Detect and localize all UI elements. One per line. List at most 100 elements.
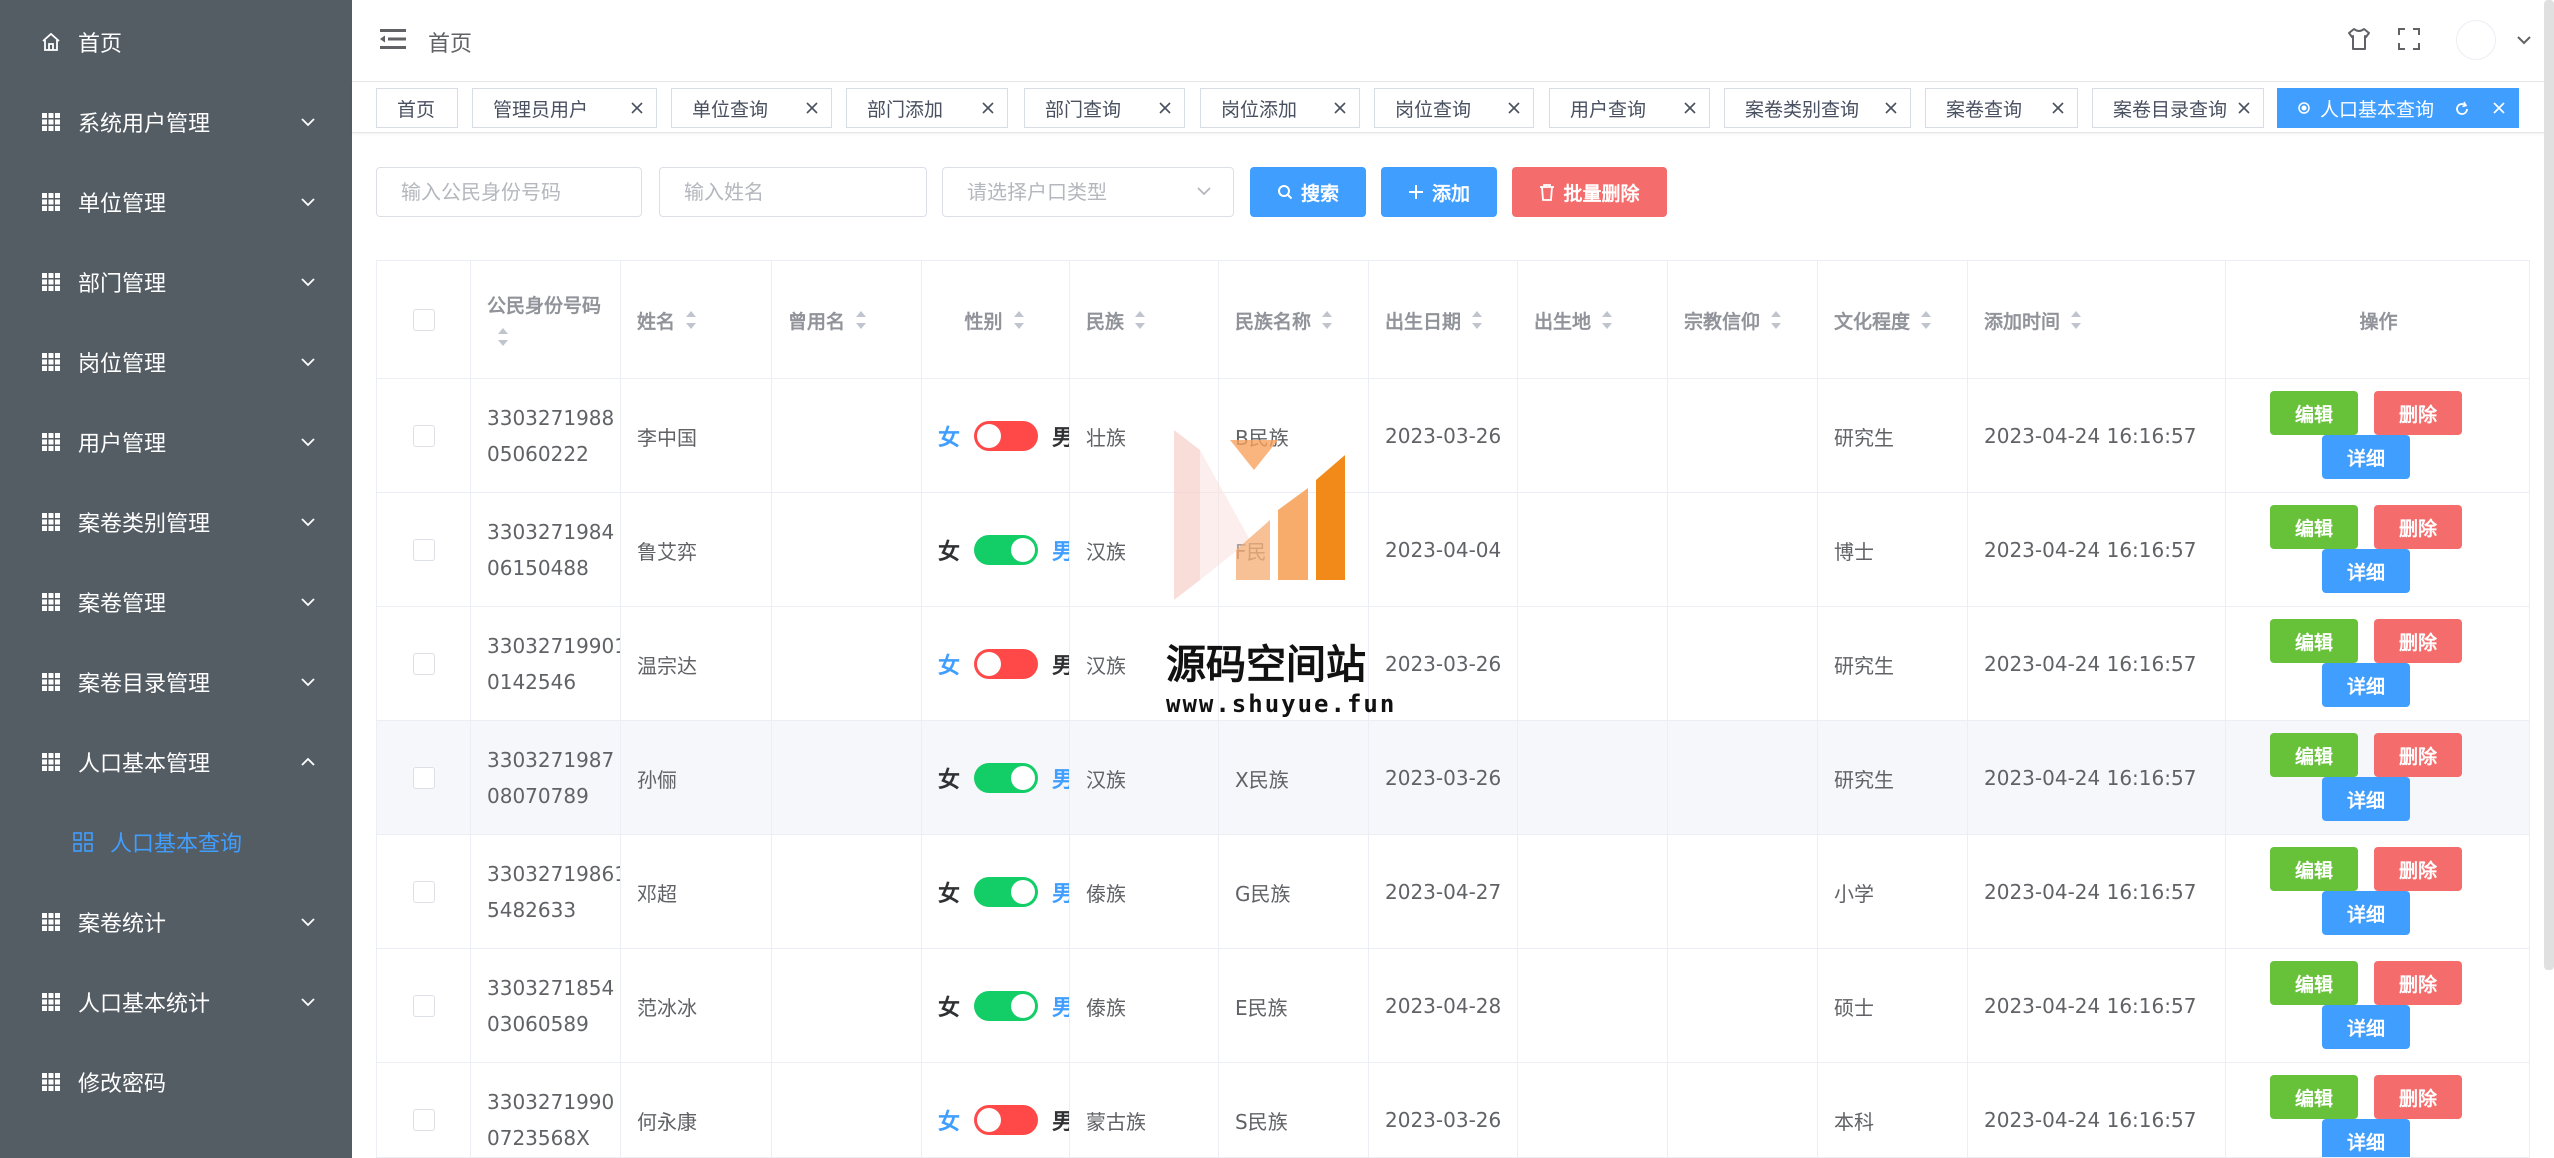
gender-switch[interactable] [974, 991, 1039, 1021]
tab-department-add[interactable]: 部门添加 [846, 88, 1008, 128]
row-checkbox[interactable] [412, 539, 435, 561]
hamburger-fold-icon[interactable] [380, 27, 406, 51]
close-icon[interactable] [2237, 101, 2251, 115]
sort-icon[interactable] [1319, 307, 1335, 333]
tab-case-catalog-query[interactable]: 案卷目录查询 [2092, 88, 2264, 128]
edit-button[interactable]: 编辑 [2270, 1075, 2358, 1119]
gender-switch[interactable] [974, 535, 1039, 565]
delete-button[interactable]: 删除 [2374, 961, 2462, 1005]
sidebar-item-case-catalog-management[interactable]: 案卷目录管理 [0, 642, 352, 722]
tab-population-query[interactable]: 人口基本查询 [2277, 88, 2519, 128]
tab-position-add[interactable]: 岗位添加 [1200, 88, 1360, 128]
row-checkbox[interactable] [412, 1109, 435, 1131]
chevron-down-icon[interactable] [2516, 32, 2532, 48]
gender-switch[interactable] [974, 421, 1039, 451]
close-icon[interactable] [1884, 101, 1898, 115]
close-icon[interactable] [1507, 101, 1521, 115]
tab-case-query[interactable]: 案卷查询 [1925, 88, 2078, 128]
add-button[interactable]: 添加 [1381, 167, 1497, 217]
avatar[interactable] [2456, 20, 2496, 60]
tab-case-category-query[interactable]: 案卷类别查询 [1724, 88, 1911, 128]
delete-button[interactable]: 删除 [2374, 391, 2462, 435]
batch-delete-button[interactable]: 批量删除 [1512, 167, 1667, 217]
close-icon[interactable] [1683, 101, 1697, 115]
page-scrollbar[interactable] [2544, 0, 2554, 970]
breadcrumb[interactable]: 首页 [428, 26, 472, 58]
refresh-icon[interactable] [2454, 101, 2470, 117]
household-type-select[interactable] [942, 167, 1234, 217]
close-icon[interactable] [2492, 101, 2506, 115]
select-all-checkbox[interactable] [412, 309, 435, 331]
edit-button[interactable]: 编辑 [2270, 391, 2358, 435]
row-checkbox[interactable] [412, 653, 435, 675]
tab-home[interactable]: 首页 [376, 88, 458, 128]
sort-icon[interactable] [495, 324, 511, 350]
tab-department-query[interactable]: 部门查询 [1024, 88, 1185, 128]
gender-switch[interactable] [974, 649, 1039, 679]
sidebar-item-user-management[interactable]: 用户管理 [0, 402, 352, 482]
delete-button[interactable]: 删除 [2374, 733, 2462, 777]
sidebar-item-position-management[interactable]: 岗位管理 [0, 322, 352, 402]
sort-icon[interactable] [2068, 307, 2084, 333]
sidebar-item-case-management[interactable]: 案卷管理 [0, 562, 352, 642]
table-row[interactable]: 330327185403060589范冰冰女男傣族E民族2023-04-28硕士… [377, 949, 2529, 1063]
edit-button[interactable]: 编辑 [2270, 619, 2358, 663]
delete-button[interactable]: 删除 [2374, 847, 2462, 891]
sidebar-item-population-query[interactable]: 人口基本查询 [0, 802, 352, 882]
edit-button[interactable]: 编辑 [2270, 847, 2358, 891]
sidebar-item-population-management[interactable]: 人口基本管理 [0, 722, 352, 802]
theme-shirt-icon[interactable] [2346, 26, 2372, 52]
table-row[interactable]: 330327198805060222李中国女男壮族B民族2023-03-26研究… [377, 379, 2529, 493]
tab-unit-query[interactable]: 单位查询 [671, 88, 832, 128]
close-icon[interactable] [2051, 101, 2065, 115]
fullscreen-icon[interactable] [2396, 26, 2422, 52]
sort-icon[interactable] [1469, 307, 1485, 333]
id-number-input[interactable] [376, 167, 642, 217]
close-icon[interactable] [1158, 101, 1172, 115]
sort-icon[interactable] [1011, 307, 1027, 333]
detail-button[interactable]: 详细 [2322, 435, 2410, 479]
gender-switch[interactable] [974, 763, 1039, 793]
close-icon[interactable] [1333, 101, 1347, 115]
delete-button[interactable]: 删除 [2374, 505, 2462, 549]
sidebar-item-home[interactable]: 首页 [0, 2, 352, 82]
sort-icon[interactable] [853, 307, 869, 333]
edit-button[interactable]: 编辑 [2270, 733, 2358, 777]
sidebar-item-system-users[interactable]: 系统用户管理 [0, 82, 352, 162]
detail-button[interactable]: 详细 [2322, 663, 2410, 707]
tab-admin-users[interactable]: 管理员用户 [472, 88, 657, 128]
sort-icon[interactable] [1768, 307, 1784, 333]
edit-button[interactable]: 编辑 [2270, 505, 2358, 549]
close-icon[interactable] [805, 101, 819, 115]
table-row[interactable]: 330327198615482633邓超女男傣族G民族2023-04-27小学2… [377, 835, 2529, 949]
table-row[interactable]: 33032719900723568X何永康女男蒙古族S民族2023-03-26本… [377, 1063, 2529, 1157]
delete-button[interactable]: 删除 [2374, 1075, 2462, 1119]
sort-icon[interactable] [1132, 307, 1148, 333]
sidebar-item-unit-management[interactable]: 单位管理 [0, 162, 352, 242]
table-row[interactable]: 330327198708070789孙俪女男汉族X民族2023-03-26研究生… [377, 721, 2529, 835]
row-checkbox[interactable] [412, 881, 435, 903]
row-checkbox[interactable] [412, 425, 435, 447]
sort-icon[interactable] [1599, 307, 1615, 333]
close-icon[interactable] [981, 101, 995, 115]
row-checkbox[interactable] [412, 995, 435, 1017]
detail-button[interactable]: 详细 [2322, 1005, 2410, 1049]
tab-position-query[interactable]: 岗位查询 [1374, 88, 1534, 128]
detail-button[interactable]: 详细 [2322, 777, 2410, 821]
delete-button[interactable]: 删除 [2374, 619, 2462, 663]
close-icon[interactable] [630, 101, 644, 115]
gender-switch[interactable] [974, 1105, 1039, 1135]
name-input[interactable] [659, 167, 927, 217]
sidebar-item-population-statistics[interactable]: 人口基本统计 [0, 962, 352, 1042]
detail-button[interactable]: 详细 [2322, 1119, 2410, 1157]
gender-switch[interactable] [974, 877, 1039, 907]
sidebar-item-change-password[interactable]: 修改密码 [0, 1042, 352, 1122]
tab-user-query[interactable]: 用户查询 [1549, 88, 1710, 128]
search-button[interactable]: 搜索 [1250, 167, 1366, 217]
sort-icon[interactable] [683, 307, 699, 333]
sidebar-item-case-category-management[interactable]: 案卷类别管理 [0, 482, 352, 562]
edit-button[interactable]: 编辑 [2270, 961, 2358, 1005]
row-checkbox[interactable] [412, 767, 435, 789]
sidebar-item-case-statistics[interactable]: 案卷统计 [0, 882, 352, 962]
table-row[interactable]: 330327198406150488鲁艾弈女男汉族F民2023-04-04博士2… [377, 493, 2529, 607]
